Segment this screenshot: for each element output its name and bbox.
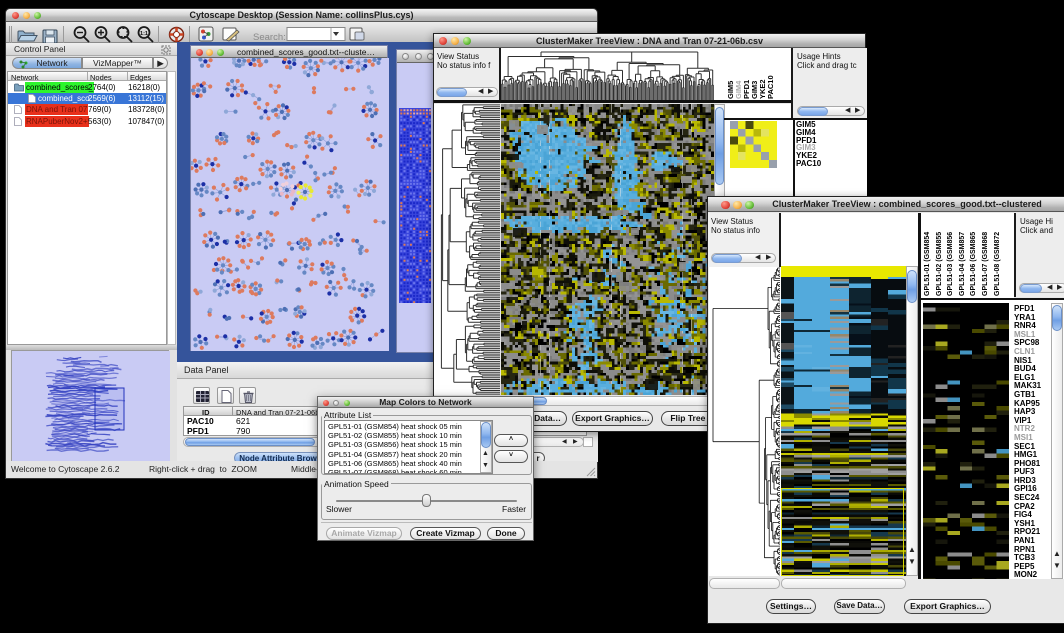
svg-text:1:1: 1:1: [140, 31, 148, 37]
